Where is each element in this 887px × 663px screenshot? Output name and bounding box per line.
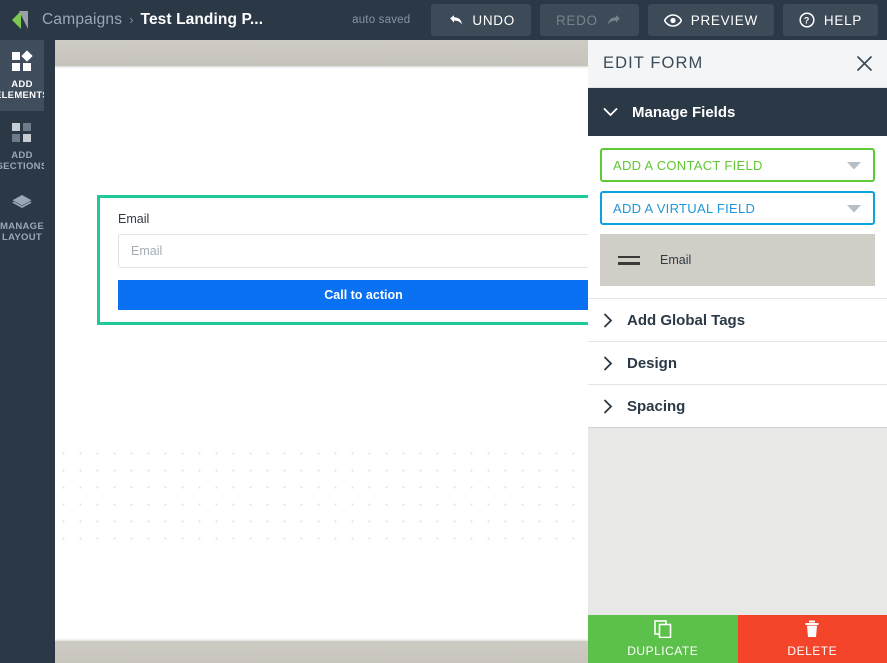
close-icon[interactable] [856,55,873,72]
undo-arrow-icon [447,14,463,27]
chevron-down-icon [603,107,618,117]
undo-button-label: UNDO [472,12,515,28]
field-name: Email [660,253,692,267]
call-to-action-button[interactable]: Call to action [118,280,588,310]
page-header-band [55,40,588,66]
duplicate-button[interactable]: DUPLICATE [588,615,738,663]
edit-form-panel: EDIT FORM Manage Fields ADD A CONTACT FI… [588,40,887,663]
sidebar-item-add-sections[interactable]: ADD SECTIONS [0,111,48,182]
email-field[interactable]: Email [118,234,588,268]
delete-button[interactable]: DELETE [737,615,887,663]
drop-zone-grid[interactable] [55,445,588,555]
breadcrumb-separator: › [129,12,134,27]
add-contact-field-label: ADD A CONTACT FIELD [613,157,763,173]
brand-logo-icon [10,10,30,30]
trash-icon [804,620,820,641]
redo-arrow-icon [607,14,623,27]
redo-button-label: REDO [555,12,598,28]
layers-icon [11,193,33,215]
add-elements-icon [12,50,33,73]
breadcrumb: Campaigns › Test Landing P... [42,11,263,29]
panel-empty-area [588,427,887,615]
section-design-label: Design [627,354,678,372]
canvas-area: Email Email Call to action [44,40,588,663]
landing-page-editor: Campaigns › Test Landing P... auto saved… [0,0,887,663]
sidebar-item-manage-layout[interactable]: MANAGE LAYOUT [0,182,44,253]
field-list-item[interactable]: Email [600,234,875,286]
preview-button-label: PREVIEW [690,12,758,28]
add-virtual-field-label: ADD A VIRTUAL FIELD [613,200,756,216]
page-title: Test Landing P... [140,11,264,28]
delete-button-label: DELETE [787,644,838,658]
sidebar-item-add-elements[interactable]: ADD ELEMENTS [0,40,49,111]
section-manage-fields-label: Manage Fields [632,103,736,121]
svg-text:?: ? [804,16,810,26]
duplicate-button-label: DUPLICATE [627,644,699,658]
left-sidebar: ADD ELEMENTS ADD SECTIONS MANAGE LAYOUT [0,40,49,663]
chevron-right-icon [603,398,613,414]
caret-down-icon [846,201,862,216]
sidebar-item-label: MANAGE LAYOUT [0,221,45,243]
form-block-selected[interactable]: Email Email Call to action [97,195,588,325]
help-button-label: HELP [823,12,862,28]
sidebar-item-label: ADD SECTIONS [0,150,48,172]
section-spacing-label: Spacing [627,397,686,415]
eye-icon [663,13,682,27]
panel-header: EDIT FORM [588,40,887,88]
copy-icon [653,620,672,641]
panel-title: EDIT FORM [603,54,704,72]
chevron-right-icon [603,312,613,328]
page-footer-band [55,641,588,663]
section-add-global-tags-label: Add Global Tags [627,311,746,329]
section-design[interactable]: Design [588,341,887,384]
panel-action-bar: DUPLICATE DELETE [588,615,887,663]
redo-button[interactable]: REDO [539,4,639,36]
caret-down-icon [846,158,862,173]
form-field-label: Email [118,212,150,226]
section-add-global-tags[interactable]: Add Global Tags [588,298,887,341]
add-sections-icon [12,122,32,144]
manage-fields-body: ADD A CONTACT FIELD ADD A VIRTUAL FIELD … [588,136,887,427]
top-bar: Campaigns › Test Landing P... auto saved… [0,0,887,40]
landing-page-preview[interactable] [55,40,588,663]
add-virtual-field-select[interactable]: ADD A VIRTUAL FIELD [600,191,875,225]
top-bar-actions: auto saved UNDO REDO PREVIEW ? HELP [352,4,887,36]
question-circle-icon: ? [799,12,815,28]
help-button[interactable]: ? HELP [782,4,878,36]
preview-button[interactable]: PREVIEW [647,4,774,36]
section-manage-fields[interactable]: Manage Fields [588,88,887,136]
brand-logo[interactable] [0,0,40,40]
auto-saved-status: auto saved [352,14,411,26]
drag-handle-icon[interactable] [618,255,640,265]
section-spacing[interactable]: Spacing [588,384,887,427]
sidebar-item-label: ADD ELEMENTS [0,79,50,101]
add-contact-field-select[interactable]: ADD A CONTACT FIELD [600,148,875,182]
chevron-right-icon [603,355,613,371]
field-selectors: ADD A CONTACT FIELD ADD A VIRTUAL FIELD [588,136,887,225]
undo-button[interactable]: UNDO [431,4,531,36]
breadcrumb-campaigns-link[interactable]: Campaigns [42,11,122,29]
